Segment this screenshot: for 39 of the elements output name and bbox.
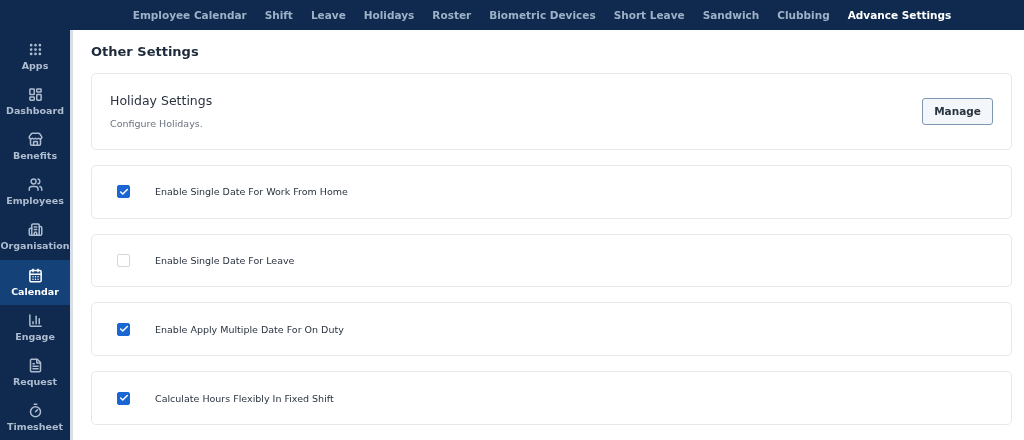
sidebar-item[interactable]: Engage (0, 304, 70, 350)
document-icon (27, 357, 43, 373)
checkbox[interactable] (117, 391, 130, 405)
nav-tab[interactable]: Short Leave (613, 9, 685, 21)
nav-tab[interactable]: Roster (432, 9, 472, 21)
bar-chart-icon (27, 312, 43, 328)
sidebar-item[interactable]: Employees (0, 169, 70, 215)
option-label: Calculate Hours Flexibly In Fixed Shift (155, 392, 334, 404)
nav-tab[interactable]: Clubbing (777, 9, 830, 21)
calendar-icon (27, 267, 43, 283)
dashboard-icon (27, 87, 43, 103)
people-icon (27, 177, 43, 193)
store-icon (27, 132, 43, 148)
option-label: Enable Single Date For Leave (155, 254, 295, 266)
sidebar-item[interactable]: Benefits (0, 124, 70, 170)
nav-tab[interactable]: Holidays (363, 9, 415, 21)
checkbox[interactable] (117, 185, 130, 199)
timer-icon (27, 402, 43, 418)
nav-tab[interactable]: Biometric Devices (489, 9, 596, 21)
building-icon (27, 222, 43, 238)
page-title: Other Settings (91, 44, 200, 59)
option-label: Enable Apply Multiple Date For On Duty (155, 323, 344, 335)
checkbox[interactable] (117, 322, 130, 336)
sidebar-item[interactable]: Organisation (0, 214, 70, 260)
sidebar-item[interactable]: Request (0, 349, 70, 395)
sidebar-item[interactable]: Dashboard (0, 79, 70, 125)
nav-tab[interactable]: Advance Settings (847, 9, 952, 21)
sidebar-item[interactable]: Calendar (0, 259, 70, 305)
nav-tab[interactable]: Employee Calendar (132, 9, 247, 21)
manage-button[interactable]: Manage (922, 97, 993, 125)
card-title: Holiday Settings (110, 93, 213, 109)
option-label: Enable Single Date For Work From Home (155, 186, 348, 198)
grid-icon (27, 42, 43, 58)
nav-tab[interactable]: Shift (264, 9, 293, 21)
sidebar-item[interactable]: Apps (0, 34, 70, 80)
nav-tab[interactable]: Sandwich (702, 9, 760, 21)
card-description: Configure Holidays. (110, 118, 204, 130)
sidebar-item[interactable]: Timesheet (0, 394, 70, 440)
nav-tab[interactable]: Leave (310, 9, 346, 21)
